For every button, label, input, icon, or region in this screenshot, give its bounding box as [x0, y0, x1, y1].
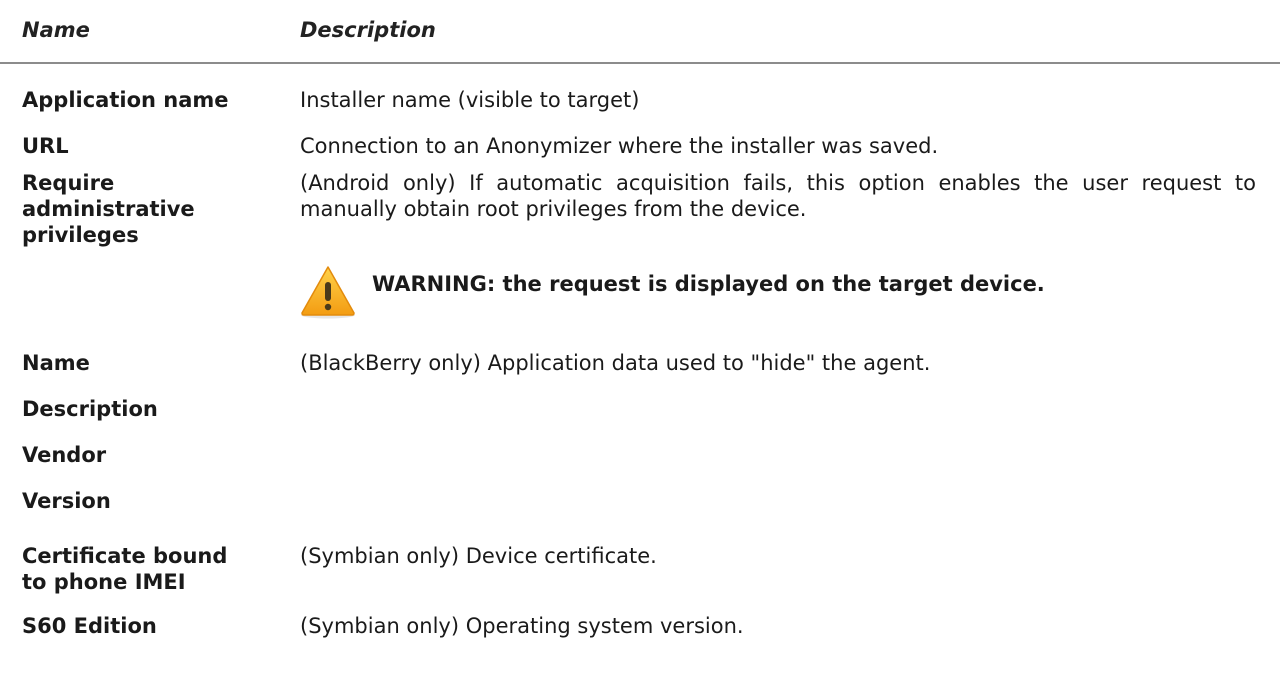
row-description: (Android only) If automatic acquisition … — [300, 171, 1256, 221]
row-name-line: Certificate bound — [22, 544, 228, 568]
row-name: URL — [22, 133, 284, 159]
table-header: Name Description — [0, 0, 1280, 64]
row-name-line: administrative — [22, 197, 195, 221]
row-name-line: Name — [22, 351, 90, 375]
row-name: S60 Edition — [22, 613, 284, 639]
row-name: Require administrative privileges — [22, 170, 284, 248]
row-name: Application name — [22, 87, 284, 113]
row-name: Version — [22, 488, 284, 514]
row-name: Certificate bound to phone IMEI — [22, 543, 284, 595]
row-name: Description — [22, 396, 284, 422]
row-name: Vendor — [22, 442, 284, 468]
row-name-line: URL — [22, 134, 69, 158]
warning-note: WARNING: the request is displayed on the… — [300, 263, 1200, 319]
warning-triangle-icon — [301, 266, 355, 319]
row-name-line: S60 Edition — [22, 614, 157, 638]
row-description: (BlackBerry only) Application data used … — [300, 351, 931, 375]
row-name-line: privileges — [22, 223, 139, 247]
row-name-line: to phone IMEI — [22, 570, 186, 594]
row-name-line: Description — [22, 397, 158, 421]
row-description: (Symbian only) Device certificate. — [300, 544, 657, 568]
row-name-line: Require — [22, 171, 115, 195]
row-description: (Symbian only) Operating system version. — [300, 614, 744, 638]
row-description: Connection to an Anonymizer where the in… — [300, 134, 939, 158]
row-name-line: Application name — [22, 88, 229, 112]
column-header-description: Description — [300, 18, 436, 42]
row-name-line: Version — [22, 489, 111, 513]
row-description: Installer name (visible to target) — [300, 88, 640, 112]
column-header-name: Name — [22, 18, 90, 42]
row-name-line: Vendor — [22, 443, 107, 467]
warning-text: WARNING: the request is displayed on the… — [372, 272, 1045, 296]
header-divider — [0, 62, 1280, 64]
row-name: Name — [22, 350, 284, 376]
